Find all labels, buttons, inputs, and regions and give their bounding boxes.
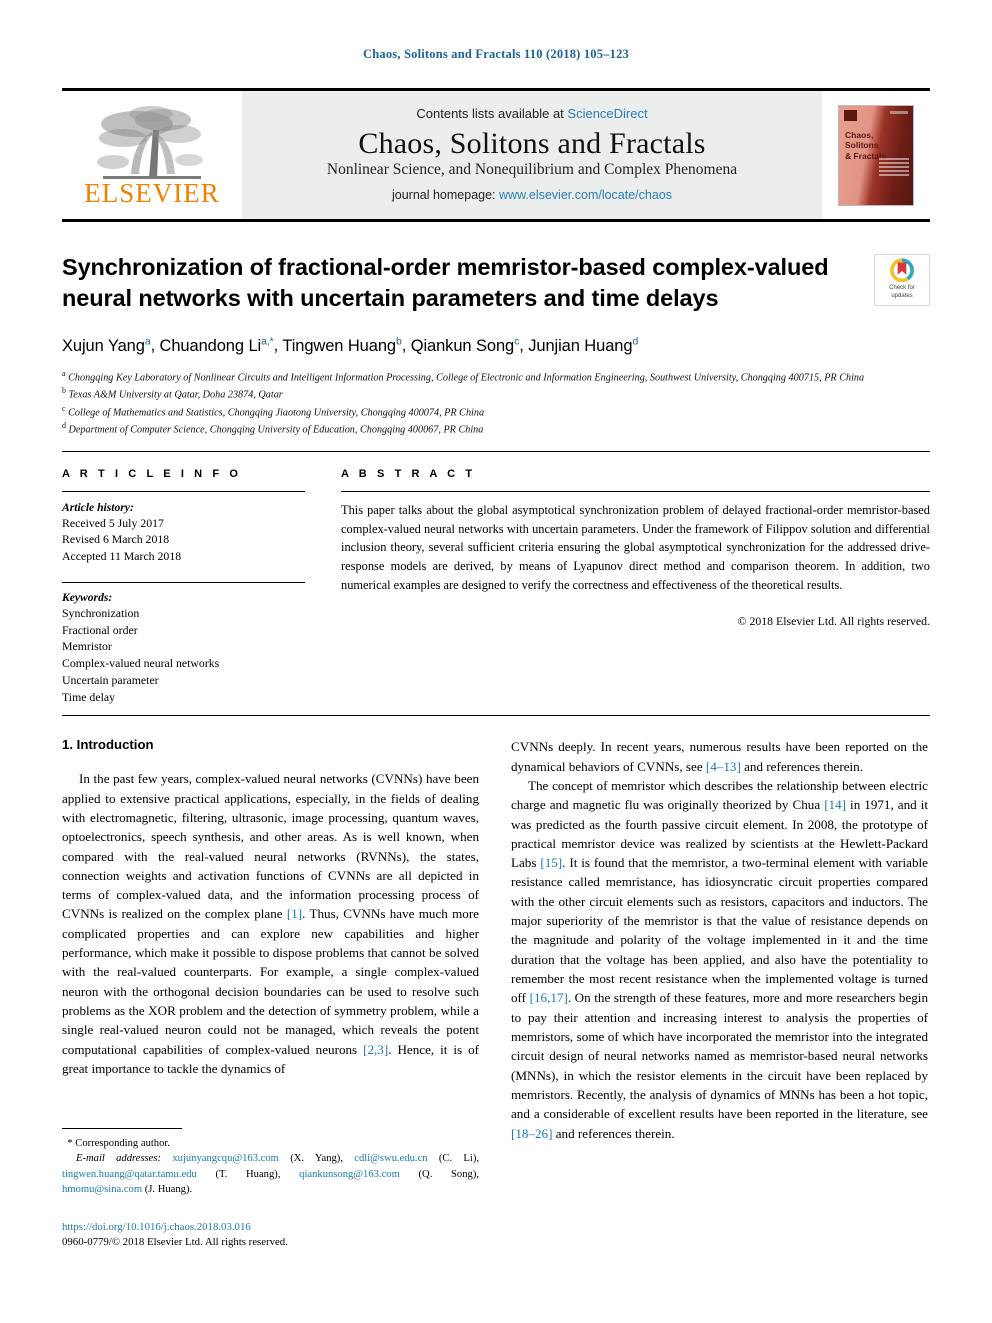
journal-homepage-link[interactable]: www.elsevier.com/locate/chaos: [499, 188, 672, 202]
author-xujun-yang: Xujun Yanga: [62, 335, 151, 355]
intro-paragraph-right-2: The concept of memristor which describes…: [511, 777, 929, 1141]
crossmark-line2: updates: [891, 292, 913, 299]
footnote-block: * Corresponding author. E-mail addresses…: [62, 1128, 479, 1251]
author-list: Xujun Yanga, Chuandong Lia,*, Tingwen Hu…: [62, 335, 639, 355]
abstract-column: A B S T R A C T This paper talks about t…: [327, 468, 930, 706]
affiliation-a-text: Chongqing Key Laboratory of Nonlinear Ci…: [68, 371, 865, 383]
keywords-rule: [62, 581, 305, 583]
affiliation-d: d Department of Computer Science, Chongq…: [62, 421, 484, 436]
body-column-left: 1. Introduction In the past few years, c…: [62, 737, 479, 1143]
citation-14[interactable]: [14]: [824, 797, 846, 812]
citation-18-26[interactable]: [18–26]: [511, 1126, 552, 1141]
affiliation-a: a Chongqing Key Laboratory of Nonlinear …: [62, 368, 865, 383]
citation-16-17[interactable]: [16,17]: [530, 990, 568, 1005]
crossmark-line1: Check for: [889, 285, 915, 291]
title-block: Synchronization of fractional-order memr…: [62, 222, 930, 452]
journal-cover-image: Chaos, Solitons & Fractals: [838, 104, 914, 206]
journal-article-page: Chaos, Solitons and Fractals 110 (2018) …: [0, 0, 992, 1323]
email-link-2[interactable]: cdli@swu.edu.cn: [354, 1153, 427, 1164]
author-chuandong-li: Chuandong Lia,*: [159, 335, 274, 355]
email-addresses-note: E-mail addresses: xujunyangcqu@163.com (…: [62, 1153, 480, 1196]
keyword-item: Fractional order: [62, 622, 138, 637]
section-title-introduction: 1. Introduction: [62, 737, 154, 753]
email-link-5[interactable]: hmomu@sina.com: [62, 1184, 142, 1195]
email-link-3[interactable]: tingwen.huang@qatar.tamu.edu: [62, 1169, 197, 1180]
abstract-copyright: © 2018 Elsevier Ltd. All rights reserved…: [737, 614, 930, 629]
history-revised: Revised 6 March 2018: [62, 532, 170, 547]
article-info-rule: [62, 490, 305, 492]
affiliation-d-text: Department of Computer Science, Chongqin…: [68, 424, 484, 436]
corresponding-author-text: Corresponding author.: [75, 1138, 170, 1149]
email-label: E-mail addresses:: [76, 1153, 162, 1165]
elsevier-tree-icon: [77, 104, 227, 182]
keyword-item: Time delay: [62, 689, 115, 704]
affiliation-b: b Texas A&M University at Qatar, Doha 23…: [62, 386, 283, 401]
issn-copyright-line: 0960-0779/© 2018 Elsevier Ltd. All right…: [62, 1236, 288, 1249]
article-info-column: A R T I C L E I N F O Article history: R…: [62, 468, 327, 706]
affiliation-c-text: College of Mathematics and Statistics, C…: [68, 406, 485, 418]
affiliation-c: c College of Mathematics and Statistics,…: [62, 403, 485, 418]
abstract-text: This paper talks about the global asympt…: [341, 502, 930, 593]
author-tingwen-huang: Tingwen Huangb: [282, 335, 402, 355]
crossmark-icon: [890, 258, 914, 283]
contents-prefix: Contents lists available at: [416, 105, 568, 121]
homepage-prefix: journal homepage:: [391, 188, 500, 203]
abstract-heading: A B S T R A C T: [341, 467, 476, 480]
email-link-4[interactable]: qiankunsong@163.com: [299, 1169, 400, 1180]
crossmark-badge[interactable]: Check for updates: [874, 254, 930, 306]
journal-title: Chaos, Solitons and Fractals: [358, 126, 706, 160]
article-info-heading: A R T I C L E I N F O: [62, 467, 242, 480]
email-owner-4: (Q. Song): [418, 1168, 477, 1180]
intro-paragraph-left: In the past few years, complex-valued ne…: [62, 771, 479, 1076]
doi-link[interactable]: https://doi.org/10.1016/j.chaos.2018.03.…: [62, 1220, 479, 1236]
elsevier-logo: ELSEVIER: [77, 104, 227, 207]
masthead-center: Contents lists available at ScienceDirec…: [242, 91, 822, 219]
keyword-item: Complex-valued neural networks: [62, 656, 220, 671]
body-column-right: CVNNs deeply. In recent years, numerous …: [511, 737, 928, 1143]
history-accepted: Accepted 11 March 2018: [62, 549, 182, 564]
email-owner-3: (T. Huang): [215, 1168, 278, 1180]
affiliation-list: a Chongqing Key Laboratory of Nonlinear …: [62, 368, 930, 438]
author-qiankun-song: Qiankun Songc: [410, 335, 520, 355]
abstract-rule: [341, 490, 930, 492]
cover-topright-bar: [890, 110, 908, 114]
email-owner-5: (J. Huang): [144, 1184, 190, 1196]
keywords-label: Keywords:: [62, 590, 113, 604]
journal-masthead: ELSEVIER Contents lists available at Sci…: [62, 88, 930, 222]
doi-block: https://doi.org/10.1016/j.chaos.2018.03.…: [62, 1220, 479, 1251]
author-junjian-huang: Junjian Huangd: [528, 335, 639, 355]
cover-text-lines: [879, 157, 909, 178]
cover-publisher-mark: [844, 109, 857, 121]
article-history-label: Article history:: [62, 500, 134, 514]
crossmark-label: Check for updates: [889, 285, 915, 300]
sciencedirect-link[interactable]: ScienceDirect: [567, 106, 647, 121]
affiliation-b-text: Texas A&M University at Qatar, Doha 2387…: [68, 389, 283, 401]
citation-2-3[interactable]: [2,3]: [363, 1042, 388, 1057]
page-title: Synchronization of fractional-order memr…: [62, 254, 829, 311]
footnote-rule: [62, 1128, 182, 1129]
article-body: 1. Introduction In the past few years, c…: [62, 716, 930, 1143]
email-owner-2: (C. Li): [438, 1153, 477, 1165]
email-owner-1: (X. Yang): [290, 1153, 341, 1165]
intro-paragraph-right-1: CVNNs deeply. In recent years, numerous …: [511, 739, 928, 774]
corresponding-author-note: * Corresponding author.: [62, 1136, 479, 1151]
publisher-logo-area: ELSEVIER: [62, 91, 242, 219]
journal-cover-area: Chaos, Solitons & Fractals: [822, 91, 930, 219]
contents-lists-line: Contents lists available at ScienceDirec…: [416, 106, 647, 121]
citation-15[interactable]: [15]: [540, 855, 562, 870]
journal-subtitle: Nonlinear Science, and Nonequilibrium an…: [326, 161, 738, 179]
running-head: Chaos, Solitons and Fractals 110 (2018) …: [362, 47, 630, 61]
elsevier-wordmark: ELSEVIER: [84, 177, 220, 208]
keyword-item: Memristor: [62, 639, 112, 654]
citation-4-13[interactable]: [4–13]: [706, 759, 741, 774]
journal-homepage-line: journal homepage: www.elsevier.com/locat…: [392, 188, 672, 202]
keyword-item: Synchronization: [62, 605, 140, 620]
email-link-1[interactable]: xujunyangcqu@163.com: [172, 1153, 279, 1164]
keyword-item: Uncertain parameter: [62, 672, 159, 687]
corresponding-marker: *: [67, 1138, 73, 1149]
citation-1[interactable]: [1]: [287, 906, 302, 921]
info-abstract-block: A R T I C L E I N F O Article history: R…: [62, 452, 930, 717]
history-received: Received 5 July 2017: [62, 515, 164, 530]
